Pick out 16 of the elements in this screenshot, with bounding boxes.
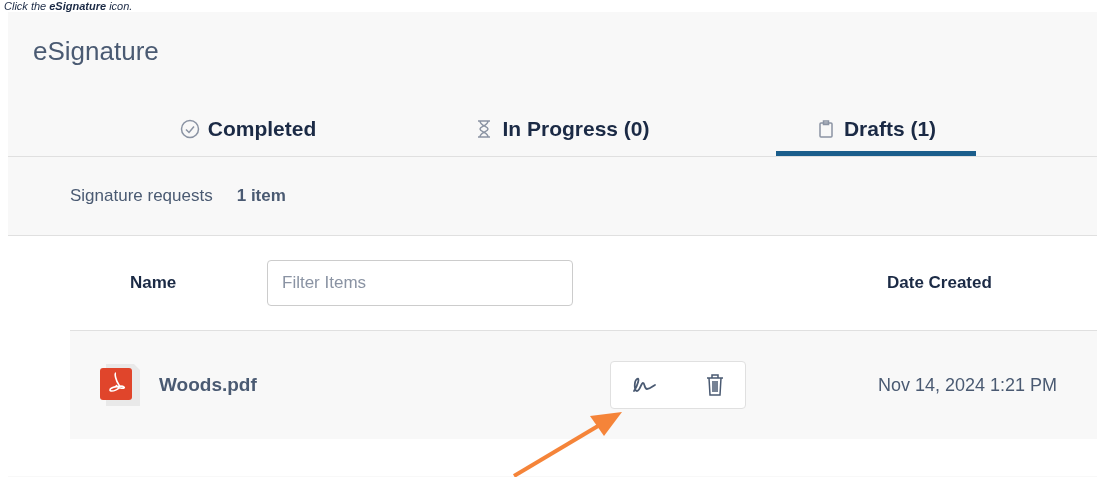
tab[interactable]: Completed xyxy=(148,106,348,156)
column-header: Date Created xyxy=(887,273,993,293)
file-name[interactable]: Woods.pdf xyxy=(159,374,610,396)
summary-label: Signature requests xyxy=(70,186,213,206)
pdf-file-icon xyxy=(100,362,142,408)
filter-field[interactable]: Filter Items xyxy=(267,260,573,306)
table-row[interactable]: Woods.pdf Nov 14, 2024 1:21 PM xyxy=(70,331,1097,439)
date-created: Nov 14, 2024 1:21 PM xyxy=(878,374,1058,396)
check-circle-icon xyxy=(179,118,200,139)
instruction-text: Click the eSignature icon. xyxy=(3,0,134,12)
page-title: eSignature xyxy=(32,35,160,68)
column-header: Name xyxy=(130,273,178,293)
tab-selected[interactable]: Drafts (1) xyxy=(776,106,976,156)
tab[interactable]: In Progress (0) xyxy=(462,106,662,156)
trash-icon[interactable] xyxy=(704,373,725,397)
item-count: 1 item xyxy=(236,186,286,206)
